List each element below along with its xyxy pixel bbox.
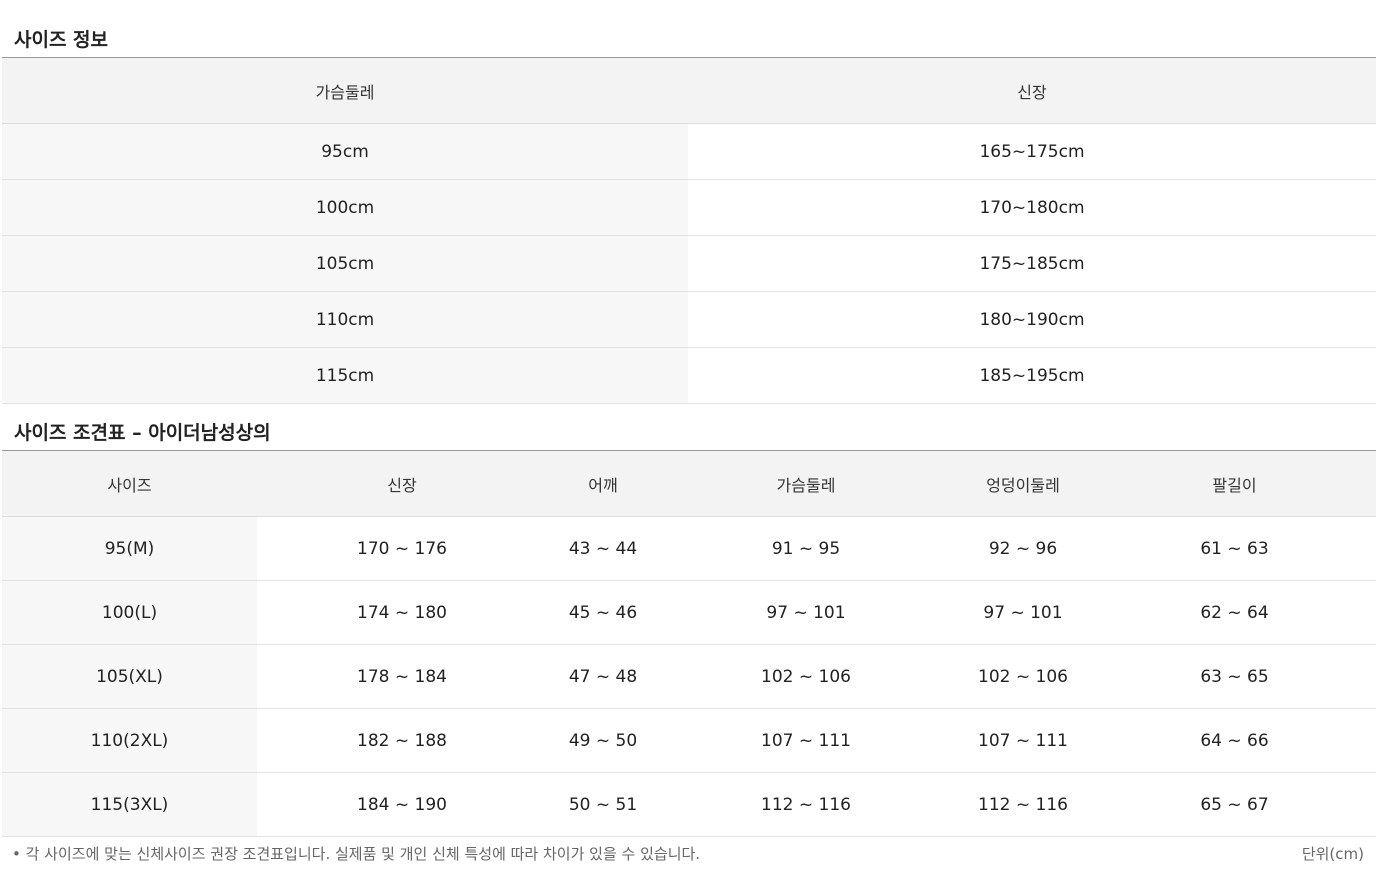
header-size: 사이즈 — [2, 450, 257, 517]
table-row: 115(3XL) 184 ~ 190 50 ~ 51 112 ~ 116 112… — [2, 772, 1376, 837]
recommendation-note: • 각 사이즈에 맞는 신체사이즈 권장 조견표입니다. 실제품 및 개인 신체… — [12, 845, 701, 863]
size-chart-title: 사이즈 조견표 – 아이더남성상의 — [14, 422, 271, 444]
arm-length-cell: 65 ~ 67 — [1093, 772, 1376, 837]
unit-label: 단위(cm) — [1301, 845, 1364, 863]
height-cell: 174 ~ 180 — [257, 580, 547, 645]
hip-cell: 92 ~ 96 — [953, 516, 1093, 581]
table-row: 95(M) 170 ~ 176 43 ~ 44 91 ~ 95 92 ~ 96 … — [2, 516, 1376, 581]
chest-cell: 100cm — [2, 179, 688, 236]
table-row: 100(L) 174 ~ 180 45 ~ 46 97 ~ 101 97 ~ 1… — [2, 580, 1376, 645]
shoulder-cell: 45 ~ 46 — [547, 580, 659, 645]
size-chart-table: 사이즈 신장 어깨 가슴둘레 엉덩이둘레 팔길이 95(M) 170 ~ 176… — [2, 450, 1376, 837]
shoulder-cell: 50 ~ 51 — [547, 772, 659, 837]
chest-cell: 97 ~ 101 — [659, 580, 953, 645]
arm-length-cell: 61 ~ 63 — [1093, 516, 1376, 581]
height-cell: 182 ~ 188 — [257, 708, 547, 773]
table-row: 110cm 180~190cm — [2, 291, 1376, 348]
table-row: 100cm 170~180cm — [2, 179, 1376, 236]
table-row: 105(XL) 178 ~ 184 47 ~ 48 102 ~ 106 102 … — [2, 644, 1376, 709]
header-arm-length: 팔길이 — [1093, 450, 1376, 517]
chest-cell: 91 ~ 95 — [659, 516, 953, 581]
chest-cell: 105cm — [2, 235, 688, 292]
header-chest: 가슴둘레 — [659, 450, 953, 517]
height-cell: 180~190cm — [688, 291, 1376, 348]
size-info-header-chest: 가슴둘레 — [2, 57, 688, 124]
header-hip: 엉덩이둘레 — [953, 450, 1093, 517]
chest-cell: 115cm — [2, 347, 688, 404]
hip-cell: 97 ~ 101 — [953, 580, 1093, 645]
arm-length-cell: 63 ~ 65 — [1093, 644, 1376, 709]
arm-length-cell: 62 ~ 64 — [1093, 580, 1376, 645]
chest-cell: 112 ~ 116 — [659, 772, 953, 837]
chest-cell: 107 ~ 111 — [659, 708, 953, 773]
size-cell: 115(3XL) — [2, 772, 257, 837]
header-shoulder: 어깨 — [547, 450, 659, 517]
hip-cell: 107 ~ 111 — [953, 708, 1093, 773]
height-cell: 170 ~ 176 — [257, 516, 547, 581]
size-cell: 95(M) — [2, 516, 257, 581]
size-info-header-row: 가슴둘레 신장 — [2, 57, 1376, 124]
size-cell: 110(2XL) — [2, 708, 257, 773]
height-cell: 165~175cm — [688, 123, 1376, 180]
height-cell: 175~185cm — [688, 235, 1376, 292]
shoulder-cell: 49 ~ 50 — [547, 708, 659, 773]
shoulder-cell: 43 ~ 44 — [547, 516, 659, 581]
height-cell: 178 ~ 184 — [257, 644, 547, 709]
size-info-header-height: 신장 — [688, 57, 1376, 124]
size-info-table: 가슴둘레 신장 95cm 165~175cm 100cm 170~180cm 1… — [2, 57, 1376, 404]
table-row: 95cm 165~175cm — [2, 123, 1376, 180]
size-cell: 105(XL) — [2, 644, 257, 709]
table-row: 115cm 185~195cm — [2, 347, 1376, 404]
height-cell: 170~180cm — [688, 179, 1376, 236]
size-chart-header-row: 사이즈 신장 어깨 가슴둘레 엉덩이둘레 팔길이 — [2, 450, 1376, 517]
size-info-title: 사이즈 정보 — [14, 29, 109, 51]
chest-cell: 95cm — [2, 123, 688, 180]
table-row: 110(2XL) 182 ~ 188 49 ~ 50 107 ~ 111 107… — [2, 708, 1376, 773]
chest-cell: 110cm — [2, 291, 688, 348]
arm-length-cell: 64 ~ 66 — [1093, 708, 1376, 773]
hip-cell: 102 ~ 106 — [953, 644, 1093, 709]
shoulder-cell: 47 ~ 48 — [547, 644, 659, 709]
size-cell: 100(L) — [2, 580, 257, 645]
chest-cell: 102 ~ 106 — [659, 644, 953, 709]
table-row: 105cm 175~185cm — [2, 235, 1376, 292]
hip-cell: 112 ~ 116 — [953, 772, 1093, 837]
height-cell: 184 ~ 190 — [257, 772, 547, 837]
header-height: 신장 — [257, 450, 547, 517]
height-cell: 185~195cm — [688, 347, 1376, 404]
